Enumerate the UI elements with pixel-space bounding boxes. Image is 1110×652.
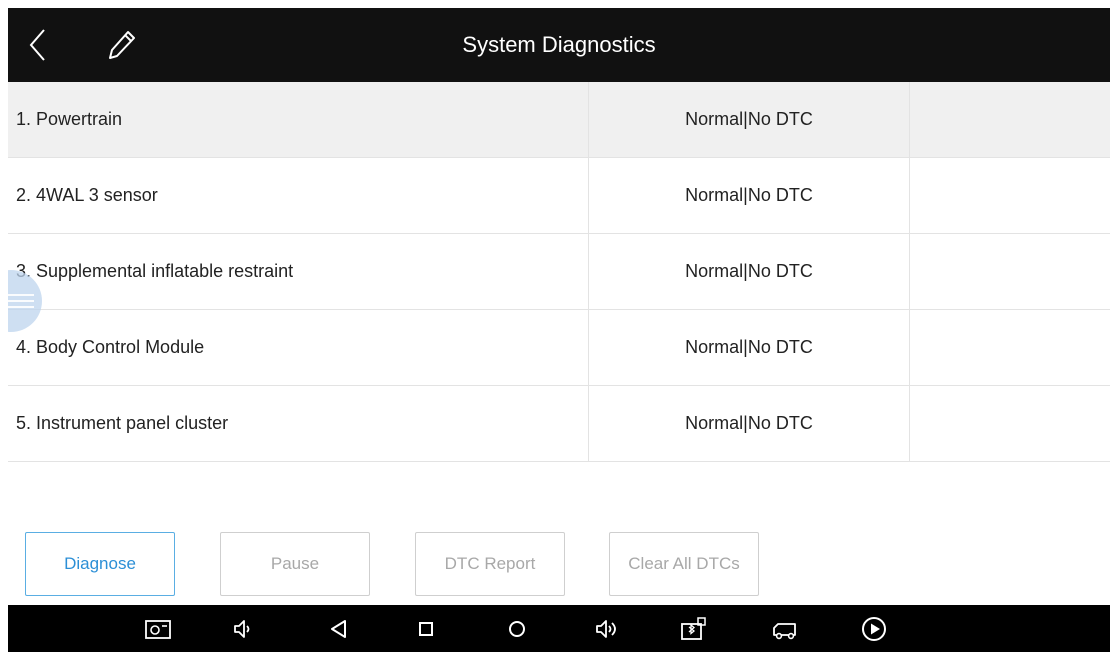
system-status: Normal|No DTC: [588, 310, 910, 385]
back-triangle-icon[interactable]: [324, 614, 354, 644]
system-row[interactable]: 5. Instrument panel cluster Normal|No DT…: [8, 386, 1110, 462]
truck-icon[interactable]: [770, 614, 800, 644]
system-name: 2. 4WAL 3 sensor: [16, 185, 158, 205]
system-status: Normal|No DTC: [588, 234, 910, 309]
system-nav-bar: [8, 605, 1110, 652]
system-status: Normal|No DTC: [588, 82, 910, 157]
screenshot-icon[interactable]: [143, 614, 173, 644]
play-icon[interactable]: [859, 614, 889, 644]
system-name: 3. Supplemental inflatable restraint: [16, 261, 294, 281]
dtc-report-button[interactable]: DTC Report: [415, 532, 565, 596]
system-status: Normal|No DTC: [588, 158, 910, 233]
page-title: System Diagnostics: [462, 32, 656, 57]
system-list: 1. Powertrain Normal|No DTC 2. 4WAL 3 se…: [8, 82, 1110, 462]
app-frame: System Diagnostics 1. Powertrain Normal|…: [8, 8, 1110, 652]
system-name: 5. Instrument panel cluster: [16, 413, 229, 433]
title-bar: System Diagnostics: [8, 8, 1110, 82]
volume-up-icon[interactable]: [592, 614, 622, 644]
system-row[interactable]: 2. 4WAL 3 sensor Normal|No DTC: [8, 158, 1110, 234]
system-row[interactable]: 1. Powertrain Normal|No DTC: [8, 82, 1110, 158]
system-status: Normal|No DTC: [588, 386, 910, 461]
system-row[interactable]: 4. Body Control Module Normal|No DTC: [8, 310, 1110, 386]
system-row[interactable]: 3. Supplemental inflatable restraint Nor…: [8, 234, 1110, 310]
system-name: 1. Powertrain: [16, 109, 123, 129]
home-circle-icon[interactable]: [502, 614, 532, 644]
diagnose-button[interactable]: Diagnose: [25, 532, 175, 596]
vci-bluetooth-icon[interactable]: [678, 614, 708, 644]
recents-square-icon[interactable]: [411, 614, 441, 644]
system-name: 4. Body Control Module: [16, 337, 205, 357]
clear-all-dtcs-button[interactable]: Clear All DTCs: [609, 532, 759, 596]
volume-down-icon[interactable]: [228, 614, 258, 644]
pause-button[interactable]: Pause: [220, 532, 370, 596]
